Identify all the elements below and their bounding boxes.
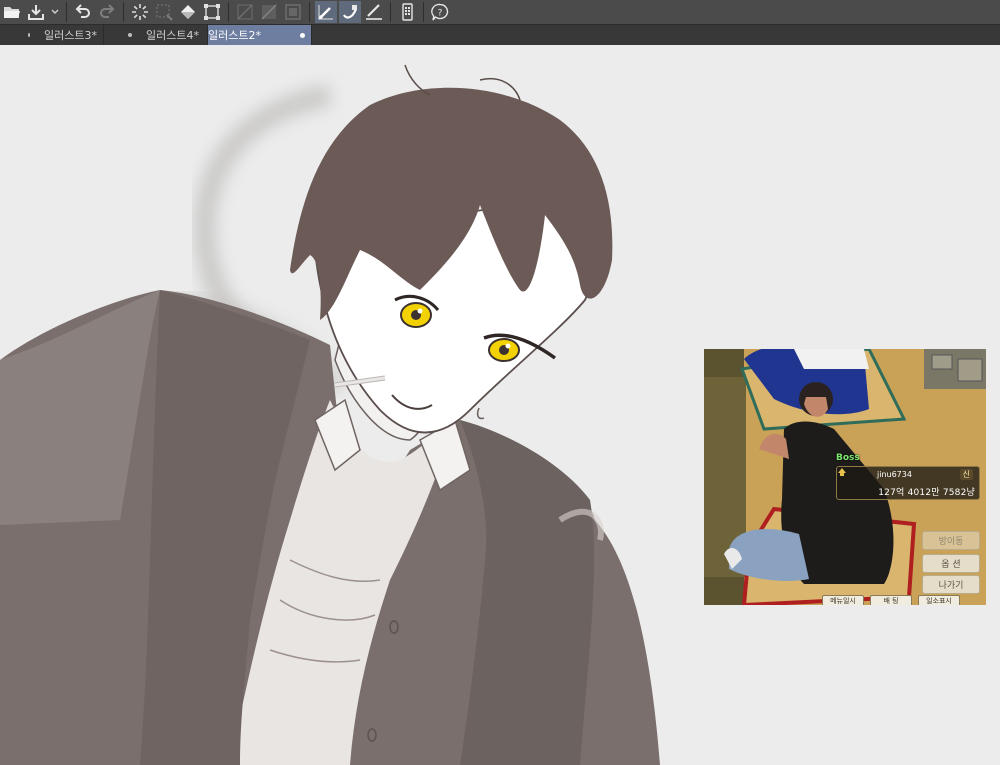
tab-close-dot[interactable] <box>128 33 132 37</box>
tab-illust3[interactable]: 일러스트3* <box>0 25 104 45</box>
player-money: 127억 4012만 7582냥 <box>878 488 975 498</box>
tab-label: 일러스트2* <box>208 29 261 42</box>
player-rank-badge: 신 <box>959 469 973 480</box>
snap-special-ruler-icon[interactable] <box>258 1 280 23</box>
svg-text:?: ? <box>438 9 443 19</box>
toolbar-divider <box>423 2 424 22</box>
exit-button[interactable]: 나가기 <box>922 575 980 594</box>
toolbar-divider <box>228 2 229 22</box>
reference-image[interactable]: Boss jinu6734 신 127억 4012만 7582냥 방이동 옵 션… <box>704 349 986 605</box>
smartphone-icon[interactable] <box>396 1 418 23</box>
undo-icon[interactable] <box>72 1 94 23</box>
eraser-icon[interactable] <box>339 1 361 23</box>
loading-icon <box>129 1 151 23</box>
pen-icon[interactable] <box>315 1 337 23</box>
tab-illust2[interactable]: 일러스트2* <box>208 25 312 45</box>
rank-up-icon <box>838 468 846 476</box>
player-name: jinu6734 <box>877 470 912 479</box>
document-tab-bar: 일러스트3* 일러스트4* 일러스트2* <box>0 25 1000 45</box>
bottom-tab-display[interactable]: 일소표시 <box>918 595 960 605</box>
ruler-pen-icon[interactable] <box>363 1 385 23</box>
save-icon[interactable] <box>25 1 47 23</box>
fill-icon[interactable] <box>177 1 199 23</box>
drawing-canvas[interactable]: Boss jinu6734 신 127억 4012만 7582냥 방이동 옵 션… <box>0 46 1000 765</box>
snap-ruler-icon[interactable] <box>234 1 256 23</box>
toolbar-divider <box>390 2 391 22</box>
clear-selection-icon[interactable] <box>153 1 175 23</box>
bottom-tab-bet[interactable]: 배 팅 <box>870 595 912 605</box>
toolbar-divider <box>66 2 67 22</box>
dropdown-arrow-icon[interactable] <box>49 1 61 23</box>
toolbar-divider <box>309 2 310 22</box>
toolbar-divider <box>123 2 124 22</box>
transform-icon[interactable] <box>201 1 223 23</box>
move-room-button[interactable]: 방이동 <box>922 531 980 550</box>
redo-icon[interactable] <box>96 1 118 23</box>
tab-label: 일러스트4* <box>146 29 199 42</box>
tab-illust4[interactable]: 일러스트4* <box>104 25 208 45</box>
command-bar: ? <box>0 0 1000 25</box>
game-bottom-tabs: 메뉴일시 배 팅 일소표시 <box>822 595 966 605</box>
tab-close-dot[interactable] <box>300 32 305 38</box>
folder-open-icon[interactable] <box>1 1 23 23</box>
help-icon[interactable]: ? <box>429 1 451 23</box>
tab-label: 일러스트3* <box>44 29 97 42</box>
tab-modified-dot <box>28 33 31 37</box>
bottom-tab-menu[interactable]: 메뉴일시 <box>822 595 864 605</box>
snap-grid-icon[interactable] <box>282 1 304 23</box>
boss-label: Boss <box>836 453 860 463</box>
options-button[interactable]: 옵 션 <box>922 554 980 573</box>
player-info-box: jinu6734 신 127억 4012만 7582냥 <box>836 466 980 500</box>
